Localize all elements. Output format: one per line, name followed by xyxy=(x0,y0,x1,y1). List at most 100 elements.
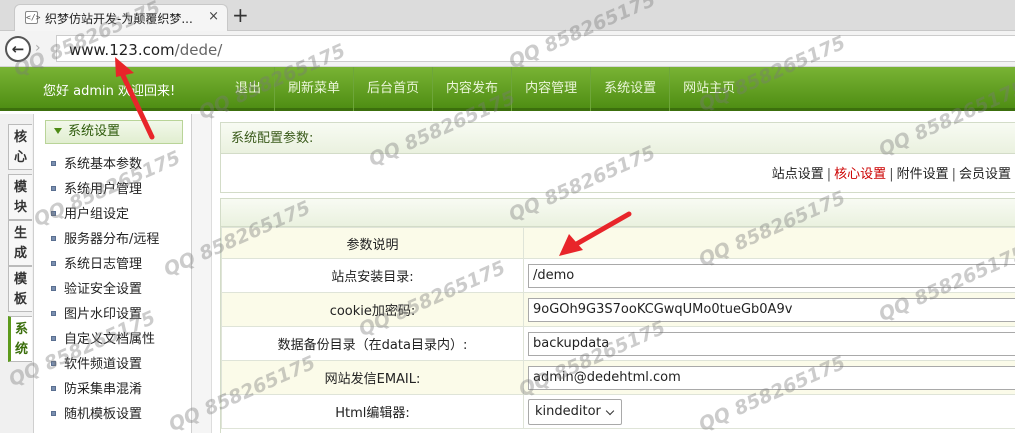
menu-item-label: 图片水印设置 xyxy=(64,307,143,322)
side-tab-label: 系统 xyxy=(14,322,28,357)
nav-link-system-settings[interactable]: 系统设置 xyxy=(590,67,669,111)
table-row: 站点安装目录: /demo xyxy=(221,258,1015,293)
row-value-cell: kindeditor xyxy=(523,394,1015,429)
square-bullet-icon xyxy=(51,311,56,316)
nav-link-content-manage[interactable]: 内容管理 xyxy=(511,67,590,111)
side-tab-modules[interactable]: 模块 xyxy=(8,174,32,220)
nav-link-refresh-menu[interactable]: 刷新菜单 xyxy=(274,67,353,111)
new-tab-icon[interactable]: + xyxy=(232,3,249,27)
top-navigation: 您好 admin 欢迎回来! 退出 刷新菜单 后台首页 内容发布 内容管理 系统… xyxy=(0,67,1015,111)
menu-list: 系统基本参数 系统用户管理 用户组设定 服务器分布/远程 系统日志管理 验证安全… xyxy=(48,152,159,427)
menu-header[interactable]: 系统设置 xyxy=(45,120,183,144)
left-menu: 系统设置 系统基本参数 系统用户管理 用户组设定 服务器分布/远程 系统日志管理… xyxy=(34,114,192,433)
nav-link-publish[interactable]: 内容发布 xyxy=(432,67,511,111)
settings-tab-member[interactable]: 会员设置 xyxy=(959,167,1011,182)
side-tab-core[interactable]: 核心 xyxy=(8,124,32,170)
table-row: 网站发信EMAIL: admin@dedehtml.com xyxy=(221,360,1015,395)
row-value-cell: /demo xyxy=(523,258,1015,293)
menu-item-label: 防采集串混淆 xyxy=(64,382,143,397)
side-tab-templates[interactable]: 模板 xyxy=(8,266,32,312)
tab-title: 织梦仿站开发-为颠覆织梦... xyxy=(45,12,193,26)
nav-link-site-home[interactable]: 网站主页 xyxy=(669,67,748,111)
row-label: Html编辑器: xyxy=(221,394,524,429)
config-panel-header: 系统配置参数: 站点设置 | 核心设置 | 附件设置 | 会员设置 xyxy=(220,122,1015,193)
settings-tabs: 站点设置 | 核心设置 | 附件设置 | 会员设置 xyxy=(772,163,1011,182)
row-value-cell: 9oGOh9G3S7ooKCGwqUMo0tueGb0A9v xyxy=(523,292,1015,327)
editor-select[interactable]: kindeditor xyxy=(528,398,622,425)
table-row: Html编辑器: kindeditor xyxy=(221,394,1015,429)
config-table: 参数说明 站点安装目录: /demo cookie加密码: 9oGOh9G3S7… xyxy=(221,227,1015,429)
square-bullet-icon xyxy=(51,386,56,391)
panel-title: 系统配置参数: xyxy=(221,123,1015,154)
settings-tab-core[interactable]: 核心设置 xyxy=(834,167,886,182)
side-tab-system[interactable]: 系统 xyxy=(8,316,32,362)
table-row: cookie加密码: 9oGOh9G3S7ooKCGwqUMo0tueGb0A9… xyxy=(221,292,1015,327)
menu-item-label: 随机模板设置 xyxy=(64,407,143,422)
menu-item-label: 系统日志管理 xyxy=(64,257,143,272)
menu-item-label: 自定义文档属性 xyxy=(64,332,156,347)
editor-select-value: kindeditor xyxy=(535,403,601,419)
forward-arrow-icon[interactable]: › xyxy=(35,40,41,56)
menu-item[interactable]: 服务器分布/远程 xyxy=(48,227,159,252)
row-value-cell: backupdata xyxy=(523,326,1015,361)
url-path: /dede/ xyxy=(174,41,223,59)
address-bar: ← › www.123.com/dede/ xyxy=(0,31,1015,67)
menu-item[interactable]: 图片水印设置 xyxy=(48,302,159,327)
square-bullet-icon xyxy=(51,411,56,416)
triangle-down-icon xyxy=(54,128,62,134)
splitter-gutter[interactable] xyxy=(192,114,212,433)
menu-item-label: 系统基本参数 xyxy=(64,157,143,172)
square-bullet-icon xyxy=(51,361,56,366)
url-host: www.123.com xyxy=(69,41,175,59)
chevron-down-icon xyxy=(605,406,615,415)
nav-link-admin-home[interactable]: 后台首页 xyxy=(353,67,432,111)
tab-separator: | xyxy=(951,167,956,182)
square-bullet-icon xyxy=(51,161,56,166)
side-tab-label: 模板 xyxy=(13,272,27,307)
side-tab-label: 生成 xyxy=(13,226,27,261)
menu-item[interactable]: 系统基本参数 xyxy=(48,152,159,177)
url-text: www.123.com/dede/ xyxy=(69,41,222,59)
config-table-panel: 参数说明 站点安装目录: /demo cookie加密码: 9oGOh9G3S7… xyxy=(220,198,1015,433)
menu-item[interactable]: 系统日志管理 xyxy=(48,252,159,277)
nav-link-logout[interactable]: 退出 xyxy=(222,67,274,111)
square-bullet-icon xyxy=(51,236,56,241)
menu-item[interactable]: 验证安全设置 xyxy=(48,277,159,302)
side-tabs: 核心 模块 生成 模板 系统 xyxy=(0,114,34,433)
menu-item[interactable]: 自定义文档属性 xyxy=(48,327,159,352)
menu-item[interactable]: 软件频道设置 xyxy=(48,352,159,377)
menu-item[interactable]: 随机模板设置 xyxy=(48,402,159,427)
header-cell: 参数说明 xyxy=(221,227,524,259)
tab-separator: | xyxy=(889,167,894,182)
square-bullet-icon xyxy=(51,261,56,266)
menu-item-label: 服务器分布/远程 xyxy=(64,232,160,247)
settings-tab-site[interactable]: 站点设置 xyxy=(772,167,824,182)
settings-tab-attachment[interactable]: 附件设置 xyxy=(897,167,949,182)
square-bullet-icon xyxy=(51,211,56,216)
menu-item[interactable]: 用户组设定 xyxy=(48,202,159,227)
cookie-key-input[interactable]: 9oGOh9G3S7ooKCGwqUMo0tueGb0A9v xyxy=(528,297,1015,322)
close-tab-icon[interactable]: × xyxy=(208,9,219,24)
back-arrow-icon[interactable]: ← xyxy=(5,36,31,62)
welcome-text: 您好 admin 欢迎回来! xyxy=(43,84,176,99)
row-label: cookie加密码: xyxy=(221,292,524,327)
row-label: 站点安装目录: xyxy=(221,258,524,293)
menu-item[interactable]: 防采集串混淆 xyxy=(48,377,159,402)
menu-item[interactable]: 系统用户管理 xyxy=(48,177,159,202)
menu-header-label: 系统设置 xyxy=(68,124,121,139)
side-tab-label: 核心 xyxy=(13,130,27,165)
side-tab-generate[interactable]: 生成 xyxy=(8,220,32,266)
backup-dir-input[interactable]: backupdata xyxy=(528,331,1015,356)
menu-item-label: 用户组设定 xyxy=(64,207,130,222)
email-input[interactable]: admin@dedehtml.com xyxy=(528,365,1015,390)
table-header-row: 参数说明 xyxy=(221,227,1015,259)
square-bullet-icon xyxy=(51,186,56,191)
menu-item-label: 系统用户管理 xyxy=(64,182,143,197)
main-content: 系统配置参数: 站点设置 | 核心设置 | 附件设置 | 会员设置 参数说明 站点安装目录:… xyxy=(192,114,1015,433)
row-value-cell: admin@dedehtml.com xyxy=(523,360,1015,395)
install-dir-input[interactable]: /demo xyxy=(528,263,1015,288)
table-panel-head xyxy=(221,199,1015,227)
header-cell-empty xyxy=(523,227,1015,259)
browser-tab[interactable]: </> 织梦仿站开发-为颠覆织梦... × xyxy=(14,4,228,31)
url-field[interactable]: www.123.com/dede/ xyxy=(56,35,1015,62)
